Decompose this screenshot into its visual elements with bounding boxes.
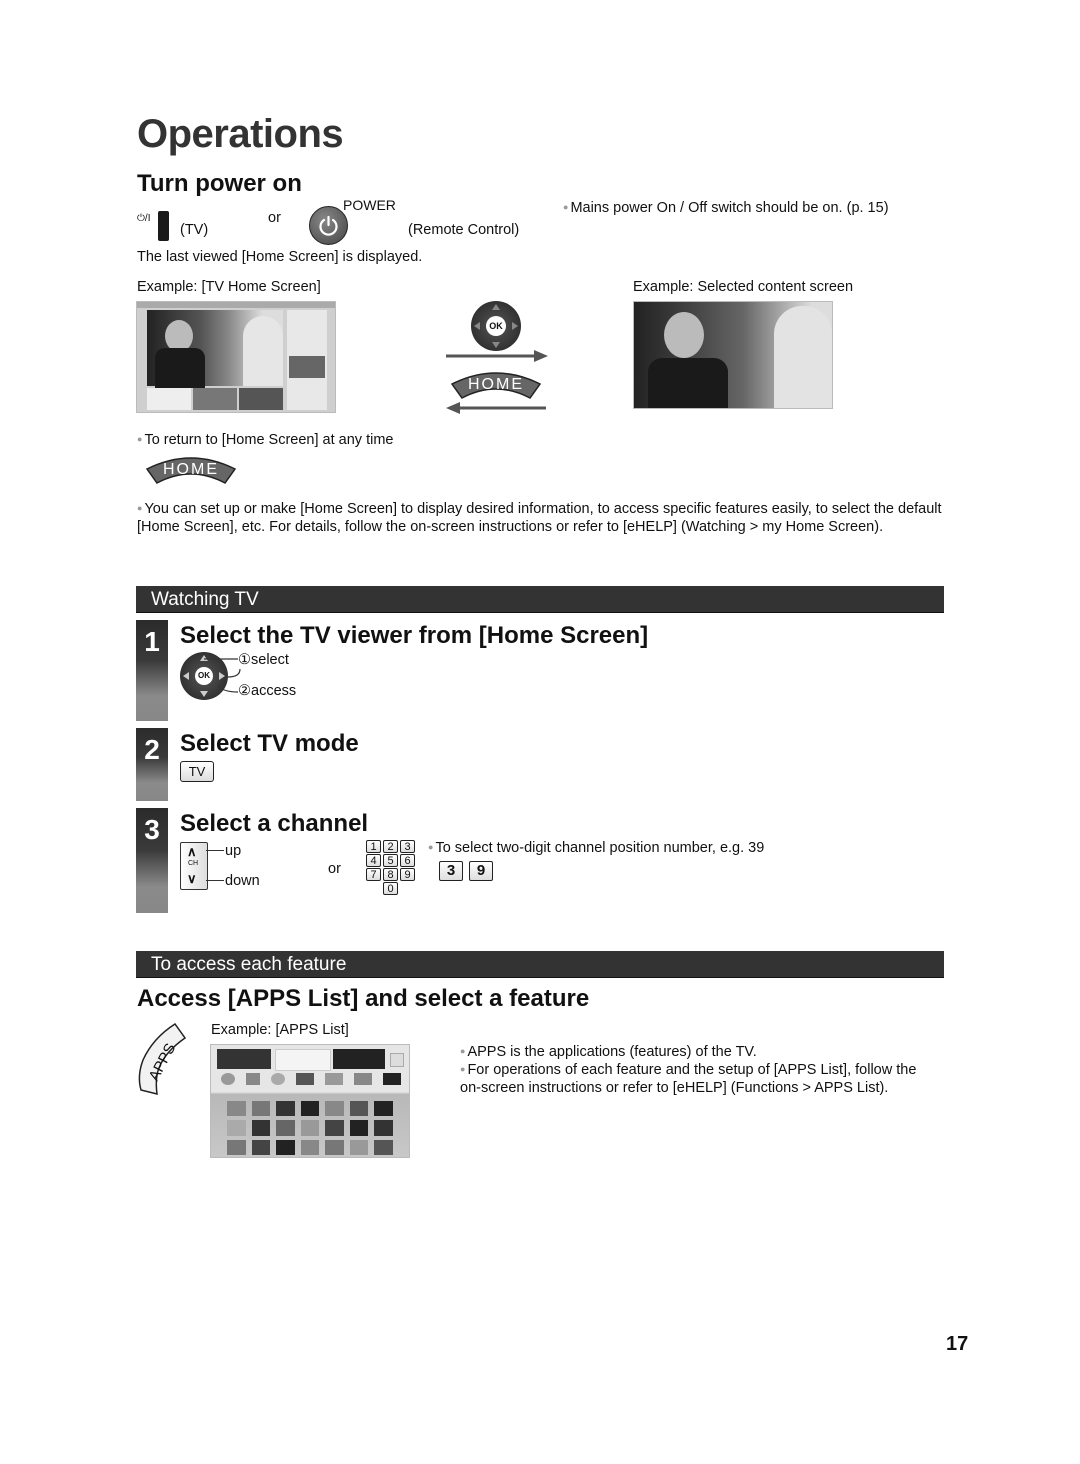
apps-definition-note: APPS is the applications (features) of t…	[460, 1042, 756, 1061]
two-digit-channel-note: To select two-digit channel position num…	[428, 838, 764, 857]
back-arrow-icon	[446, 402, 546, 414]
ok-button[interactable]: OK	[486, 316, 506, 336]
key-5[interactable]: 5	[383, 854, 398, 867]
key-7[interactable]: 7	[366, 868, 381, 881]
apps-banner-3	[333, 1049, 385, 1069]
man-suit-shape	[155, 348, 205, 388]
apps-grid	[227, 1101, 393, 1155]
key-3[interactable]: 3	[400, 840, 415, 853]
step-3-number: 3	[136, 808, 168, 913]
up-leader-line	[206, 850, 224, 851]
channel-up-down-key[interactable]: ∧ CH ∨	[180, 842, 208, 890]
key-1[interactable]: 1	[366, 840, 381, 853]
home-screen-top-bar	[137, 302, 335, 308]
or-label: or	[268, 210, 281, 226]
forward-arrow-icon	[446, 350, 548, 362]
page-title: Operations	[137, 112, 344, 156]
key-4[interactable]: 4	[366, 854, 381, 867]
home-screen-setup-note: You can set up or make [Home Screen] to …	[137, 499, 947, 536]
apps-button[interactable]: APPS	[135, 1020, 187, 1096]
step-1-number: 1	[136, 620, 168, 721]
step-2-number: 2	[136, 728, 168, 801]
home-label: HOME	[468, 376, 524, 393]
home-widget-3	[239, 388, 283, 410]
step-1-select-label: ①select	[238, 652, 289, 668]
home-screen-video-pane	[147, 310, 283, 388]
example-content-label: Example: Selected content screen	[633, 279, 854, 295]
home-label: HOME	[163, 461, 219, 478]
ok-navigation-pad[interactable]: OK	[471, 301, 521, 351]
selected-content-screen-image	[633, 301, 833, 409]
channel-up-label: up	[225, 843, 242, 859]
access-feature-section-bar: To access each feature	[136, 951, 944, 978]
leader-lines	[204, 658, 241, 693]
tv-home-screen-image	[136, 301, 336, 413]
watching-tv-section-bar: Watching TV	[136, 586, 944, 613]
apps-banner-1	[217, 1049, 271, 1069]
left-arrow-icon	[474, 322, 480, 330]
down-leader-line	[206, 880, 224, 881]
access-apps-heading: Access [APPS List] and select a feature	[137, 985, 590, 1012]
remote-control-label: (Remote Control)	[408, 222, 520, 238]
step-1-heading: Select the TV viewer from [Home Screen]	[180, 622, 649, 649]
man-suit-shape	[648, 358, 728, 408]
key-2[interactable]: 2	[383, 840, 398, 853]
interviewer-shape	[243, 316, 283, 386]
up-arrow-icon	[492, 304, 500, 310]
side-list-thumbnail	[289, 356, 325, 378]
example-key-3[interactable]: 3	[439, 861, 463, 881]
power-button-label: POWER	[343, 197, 396, 213]
tv-power-switch-icon[interactable]	[158, 211, 169, 241]
last-viewed-text: The last viewed [Home Screen] is display…	[137, 249, 423, 265]
man-face-shape	[664, 312, 704, 358]
tv-label: (TV)	[180, 222, 209, 238]
key-0[interactable]: 0	[383, 882, 398, 895]
tv-mode-key[interactable]: TV	[180, 761, 214, 782]
channel-down-label: down	[225, 873, 260, 889]
chevron-up-icon[interactable]: ∧	[187, 844, 197, 860]
home-button-small[interactable]: HOME	[145, 451, 237, 485]
apps-shortcut-row	[221, 1073, 401, 1087]
example-key-9[interactable]: 9	[469, 861, 493, 881]
turn-power-on-heading: Turn power on	[137, 170, 302, 197]
mains-power-note: Mains power On / Off switch should be on…	[563, 198, 888, 217]
home-widget-2	[193, 388, 237, 410]
power-icon	[319, 215, 338, 236]
apps-list-screen-image	[210, 1044, 410, 1158]
step-1-access-label: ②access	[238, 683, 297, 699]
home-screen-side-list	[287, 310, 327, 410]
example-apps-list-label: Example: [APPS List]	[211, 1022, 349, 1038]
example-home-label: Example: [TV Home Screen]	[137, 279, 321, 295]
left-arrow-icon	[183, 672, 189, 680]
interviewer-shape	[774, 306, 832, 408]
step-3-heading: Select a channel	[180, 810, 369, 837]
down-arrow-icon	[492, 342, 500, 348]
or-label: or	[328, 861, 341, 877]
return-home-note: To return to [Home Screen] at any time	[137, 430, 393, 449]
step-2-heading: Select TV mode	[180, 730, 359, 757]
chevron-down-icon[interactable]: ∨	[187, 871, 197, 887]
key-6[interactable]: 6	[400, 854, 415, 867]
apps-banner-2	[275, 1049, 331, 1071]
page-number: 17	[946, 1333, 969, 1355]
tv-power-switch-symbol: ⏻/I	[137, 213, 151, 224]
key-8[interactable]: 8	[383, 868, 398, 881]
right-arrow-icon	[512, 322, 518, 330]
home-button[interactable]: HOME	[450, 366, 542, 400]
apps-edit-icon	[390, 1053, 404, 1067]
ch-label: CH	[188, 860, 199, 867]
numeric-keypad: 1 2 3 4 5 6 7 8 9 0	[366, 840, 418, 896]
apps-setup-note: For operations of each feature and the s…	[460, 1060, 930, 1097]
key-9[interactable]: 9	[400, 868, 415, 881]
home-widget-1	[147, 388, 191, 410]
